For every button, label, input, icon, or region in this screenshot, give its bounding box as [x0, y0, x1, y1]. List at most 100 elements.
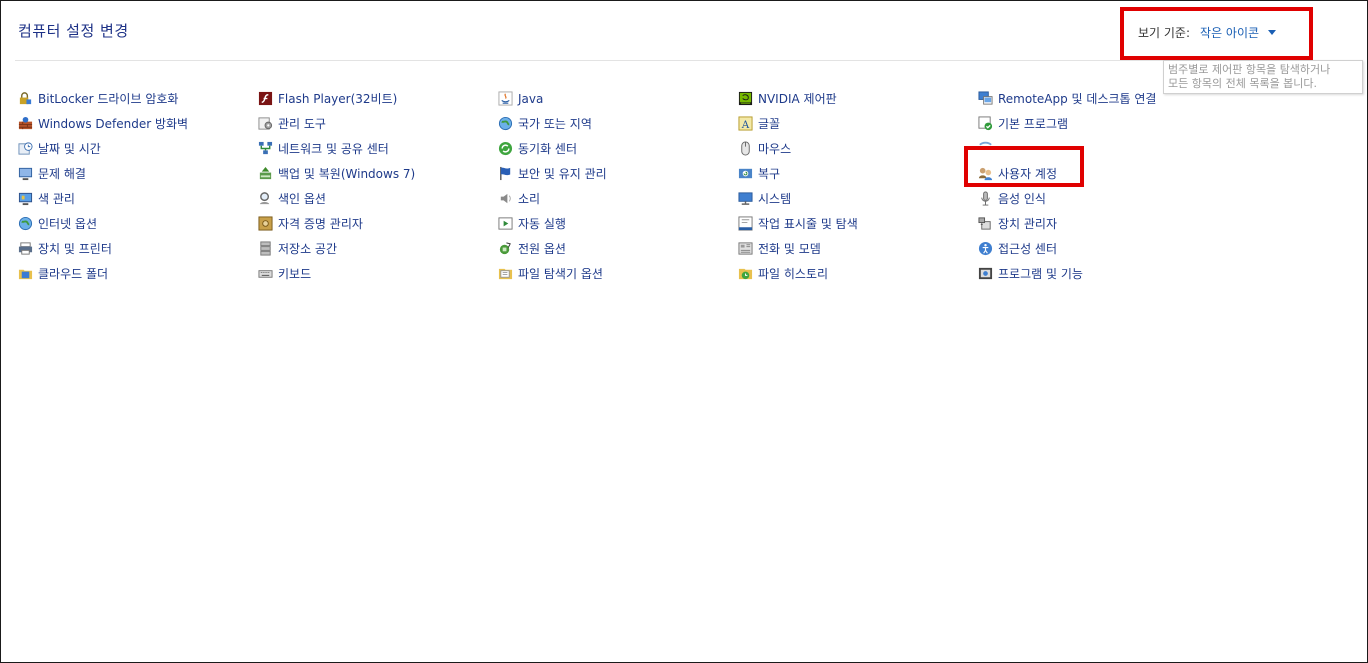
recovery-icon[interactable]: [738, 166, 753, 181]
control-panel-item[interactable]: 사용자 계정: [978, 161, 1156, 186]
control-panel-item[interactable]: 저장소 공간: [258, 236, 415, 261]
accessibility-icon[interactable]: [978, 241, 993, 256]
troubleshoot-icon[interactable]: [18, 166, 33, 181]
control-panel-item-label[interactable]: 백업 및 복원(Windows 7): [278, 165, 415, 182]
control-panel-item-label[interactable]: NVIDIA 제어판: [758, 90, 837, 107]
control-panel-item[interactable]: 백업 및 복원(Windows 7): [258, 161, 415, 186]
control-panel-item[interactable]: 클라우드 폴더: [18, 261, 188, 286]
control-panel-item-label[interactable]: RemoteApp 및 데스크톱 연결: [998, 90, 1156, 107]
chevron-down-icon[interactable]: [1268, 30, 1277, 35]
font-icon[interactable]: A: [738, 116, 753, 131]
control-panel-item[interactable]: 접근성 센터: [978, 236, 1156, 261]
control-panel-item-label[interactable]: 장치 및 프린터: [38, 240, 112, 257]
control-panel-item[interactable]: 날짜 및 시간: [18, 136, 188, 161]
control-panel-item-label[interactable]: Windows Defender 방화벽: [38, 115, 188, 132]
control-panel-item-label[interactable]: 동기화 센터: [518, 140, 577, 157]
control-panel-item[interactable]: 파일 탐색기 옵션: [498, 261, 607, 286]
device-manager-icon[interactable]: [978, 216, 993, 231]
partially-hidden-icon[interactable]: [978, 141, 993, 156]
control-panel-item[interactable]: 장치 및 프린터: [18, 236, 188, 261]
control-panel-item[interactable]: 소리: [498, 186, 607, 211]
nvidia-icon[interactable]: [738, 91, 753, 106]
power-icon[interactable]: [498, 241, 513, 256]
control-panel-item-label[interactable]: 문제 해결: [38, 165, 86, 182]
control-panel-item-label[interactable]: 마우스: [758, 140, 791, 157]
view-by-dropdown[interactable]: 작은 아이콘: [1200, 24, 1277, 41]
control-panel-item-label[interactable]: 전화 및 모뎀: [758, 240, 821, 257]
control-panel-item-label[interactable]: 자격 증명 관리자: [278, 215, 363, 232]
control-panel-item-label[interactable]: Flash Player(32비트): [278, 90, 397, 107]
control-panel-item-label[interactable]: 전원 옵션: [518, 240, 566, 257]
control-panel-item-label[interactable]: 인터넷 옵션: [38, 215, 97, 232]
control-panel-item[interactable]: NVIDIA 제어판: [738, 86, 858, 111]
control-panel-item[interactable]: Windows Defender 방화벽: [18, 111, 188, 136]
control-panel-item-label[interactable]: 색 관리: [38, 190, 75, 207]
control-panel-item[interactable]: 시스템: [738, 186, 858, 211]
control-panel-item[interactable]: 작업 표시줄 및 탐색: [738, 211, 858, 236]
control-panel-item[interactable]: 문제 해결: [18, 161, 188, 186]
control-panel-item[interactable]: [978, 136, 1156, 161]
control-panel-item-label[interactable]: 파일 탐색기 옵션: [518, 265, 603, 282]
control-panel-item-label[interactable]: 색인 옵션: [278, 190, 326, 207]
clock-icon[interactable]: [18, 141, 33, 156]
network-icon[interactable]: [258, 141, 273, 156]
backup-icon[interactable]: [258, 166, 273, 181]
control-panel-item-label[interactable]: 관리 도구: [278, 115, 326, 132]
control-panel-item-label[interactable]: 프로그램 및 기능: [998, 265, 1083, 282]
control-panel-item[interactable]: RemoteApp 및 데스크톱 연결: [978, 86, 1156, 111]
folder-options-icon[interactable]: [498, 266, 513, 281]
control-panel-item[interactable]: 인터넷 옵션: [18, 211, 188, 236]
sync-icon[interactable]: [498, 141, 513, 156]
phone-icon[interactable]: [738, 241, 753, 256]
control-panel-item-label[interactable]: 국가 또는 지역: [518, 115, 592, 132]
control-panel-item-label[interactable]: 글꼴: [758, 115, 780, 132]
control-panel-item[interactable]: 전화 및 모뎀: [738, 236, 858, 261]
control-panel-item-label[interactable]: 시스템: [758, 190, 791, 207]
java-icon[interactable]: [498, 91, 513, 106]
control-panel-item[interactable]: 프로그램 및 기능: [978, 261, 1156, 286]
control-panel-item-label[interactable]: 기본 프로그램: [998, 115, 1068, 132]
control-panel-item[interactable]: 음성 인식: [978, 186, 1156, 211]
control-panel-item-label[interactable]: 저장소 공간: [278, 240, 337, 257]
control-panel-item-label[interactable]: Java: [518, 92, 543, 106]
control-panel-item-label[interactable]: BitLocker 드라이브 암호화: [38, 90, 178, 107]
firewall-icon[interactable]: [18, 116, 33, 131]
globe-icon[interactable]: [18, 216, 33, 231]
control-panel-item-label[interactable]: 접근성 센터: [998, 240, 1057, 257]
control-panel-item[interactable]: 색 관리: [18, 186, 188, 211]
control-panel-item-label[interactable]: 자동 실행: [518, 215, 566, 232]
default-programs-icon[interactable]: [978, 116, 993, 131]
control-panel-item[interactable]: 전원 옵션: [498, 236, 607, 261]
programs-icon[interactable]: [978, 266, 993, 281]
control-panel-item[interactable]: 기본 프로그램: [978, 111, 1156, 136]
control-panel-item[interactable]: 자격 증명 관리자: [258, 211, 415, 236]
control-panel-item[interactable]: 복구: [738, 161, 858, 186]
control-panel-item-label[interactable]: 클라우드 폴더: [38, 265, 108, 282]
mouse-icon[interactable]: [738, 141, 753, 156]
control-panel-item[interactable]: Flash Player(32비트): [258, 86, 415, 111]
control-panel-item[interactable]: BitLocker 드라이브 암호화: [18, 86, 188, 111]
control-panel-item[interactable]: A 글꼴: [738, 111, 858, 136]
printer-icon[interactable]: [18, 241, 33, 256]
flash-icon[interactable]: [258, 91, 273, 106]
control-panel-item-label[interactable]: 키보드: [278, 265, 311, 282]
control-panel-item-label[interactable]: 작업 표시줄 및 탐색: [758, 215, 858, 232]
globe-icon[interactable]: [498, 116, 513, 131]
control-panel-item[interactable]: 네트워크 및 공유 센터: [258, 136, 415, 161]
search-icon[interactable]: [258, 191, 273, 206]
users-icon[interactable]: [978, 166, 993, 181]
taskbar-icon[interactable]: [738, 216, 753, 231]
speaker-icon[interactable]: [498, 191, 513, 206]
safe-icon[interactable]: [258, 216, 273, 231]
monitor-icon[interactable]: [18, 191, 33, 206]
control-panel-item-label[interactable]: 날짜 및 시간: [38, 140, 101, 157]
control-panel-item[interactable]: 보안 및 유지 관리: [498, 161, 607, 186]
control-panel-item[interactable]: 마우스: [738, 136, 858, 161]
bitlocker-icon[interactable]: [18, 91, 33, 106]
autoplay-icon[interactable]: [498, 216, 513, 231]
storage-icon[interactable]: [258, 241, 273, 256]
control-panel-item-label[interactable]: 소리: [518, 190, 540, 207]
control-panel-item[interactable]: 파일 히스토리: [738, 261, 858, 286]
control-panel-item-label[interactable]: 보안 및 유지 관리: [518, 165, 607, 182]
control-panel-item[interactable]: Java: [498, 86, 607, 111]
